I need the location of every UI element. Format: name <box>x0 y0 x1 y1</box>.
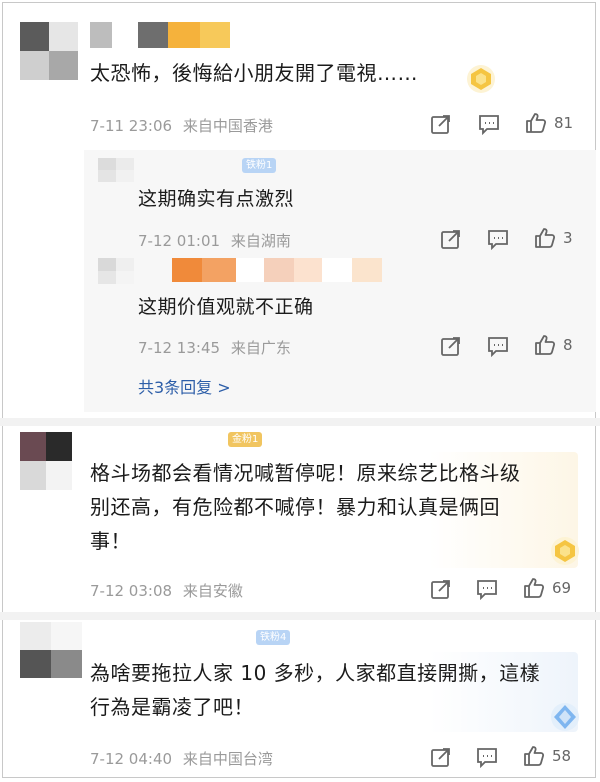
share-button[interactable] <box>430 578 452 600</box>
comment-button[interactable] <box>487 228 509 250</box>
comment-location: 来自安徽 <box>182 582 243 600</box>
fan-medal-icon <box>550 702 580 736</box>
thumbs-up-icon <box>524 746 545 766</box>
like-count: 3 <box>563 229 573 247</box>
comment-icon <box>477 748 497 768</box>
reply-time: 7-12 01:01 <box>138 232 221 250</box>
reply-location: 来自湖南 <box>230 232 291 250</box>
share-button[interactable] <box>430 746 452 768</box>
like-button[interactable]: 3 <box>533 226 573 250</box>
comment-location: 来自中国香港 <box>182 117 273 135</box>
comment-text-line-1: 為啥要拖拉人家 10 多秒，人家都直接開撕，這樣 <box>90 661 541 685</box>
divider <box>0 418 600 426</box>
share-icon <box>431 115 450 134</box>
like-button[interactable]: 8 <box>533 333 573 357</box>
divider <box>0 612 600 620</box>
fan-badge: 金粉1 <box>228 432 263 447</box>
thumbs-up-icon <box>535 228 556 248</box>
like-button[interactable]: 69 <box>522 576 571 600</box>
comment-meta: 7-12 03:08 来自安徽 <box>90 580 243 601</box>
avatar[interactable] <box>20 622 82 678</box>
username-blurred[interactable] <box>172 258 382 282</box>
comment-icon <box>477 580 497 600</box>
avatar[interactable] <box>20 22 78 80</box>
comment-button[interactable] <box>487 335 509 357</box>
thumbs-up-icon <box>535 335 556 355</box>
reply-meta: 7-12 13:45 来自广东 <box>138 337 291 358</box>
comment-text-line-2: 行為是霸凌了吧！ <box>90 695 254 719</box>
thumbs-up-icon <box>526 113 547 133</box>
comment-button[interactable] <box>476 746 498 768</box>
comment-time: 7-11 23:06 <box>90 117 173 135</box>
reply-text: 这期确实有点激烈 <box>138 188 295 210</box>
comment-icon <box>479 115 499 135</box>
comment-text-line-2: 别还高，有危险都不喊停！暴力和认真是俩回 <box>90 495 500 519</box>
like-count: 58 <box>552 747 572 765</box>
share-button[interactable] <box>430 113 452 135</box>
share-button[interactable] <box>440 228 462 250</box>
thumbs-up-icon <box>524 578 545 598</box>
reply-text: 这期价值观就不正确 <box>138 296 314 318</box>
like-button[interactable]: 58 <box>522 744 571 768</box>
share-icon <box>441 230 460 249</box>
like-button[interactable]: 81 <box>524 111 573 135</box>
comment-meta: 7-11 23:06 来自中国香港 <box>90 115 273 136</box>
fan-badge: 铁粉4 <box>256 630 291 645</box>
like-count: 81 <box>554 114 574 132</box>
comment-icon <box>488 337 508 357</box>
like-count: 69 <box>552 579 572 597</box>
comment-button[interactable] <box>476 578 498 600</box>
fan-medal-icon <box>550 536 580 570</box>
avatar[interactable] <box>98 258 134 284</box>
comment-text-line-3: 事！ <box>90 529 131 553</box>
avatar[interactable] <box>20 432 72 490</box>
fan-medal-icon <box>466 64 496 98</box>
reply-time: 7-12 13:45 <box>138 339 221 357</box>
share-icon <box>431 580 450 599</box>
like-count: 8 <box>563 336 573 354</box>
share-button[interactable] <box>440 335 462 357</box>
comment-text: 太恐怖，後悔給小朋友開了電視…… <box>90 61 418 85</box>
comment-time: 7-12 04:40 <box>90 750 173 768</box>
username-blurred[interactable] <box>90 22 240 48</box>
fan-badge: 铁粉1 <box>242 158 277 173</box>
share-icon <box>441 337 460 356</box>
more-replies-link[interactable]: 共3条回复 > <box>138 374 231 398</box>
avatar[interactable] <box>98 158 134 182</box>
comment-icon <box>488 230 508 250</box>
comment-button[interactable] <box>478 113 500 135</box>
reply-location: 来自广东 <box>230 339 291 357</box>
share-icon <box>431 748 450 767</box>
comment-text-line-1: 格斗场都会看情况喊暂停呢！原来综艺比格斗级 <box>90 461 521 485</box>
reply-meta: 7-12 01:01 来自湖南 <box>138 230 291 251</box>
comment-location: 来自中国台湾 <box>182 750 273 768</box>
comment-time: 7-12 03:08 <box>90 582 173 600</box>
comment-meta: 7-12 04:40 来自中国台湾 <box>90 748 273 769</box>
